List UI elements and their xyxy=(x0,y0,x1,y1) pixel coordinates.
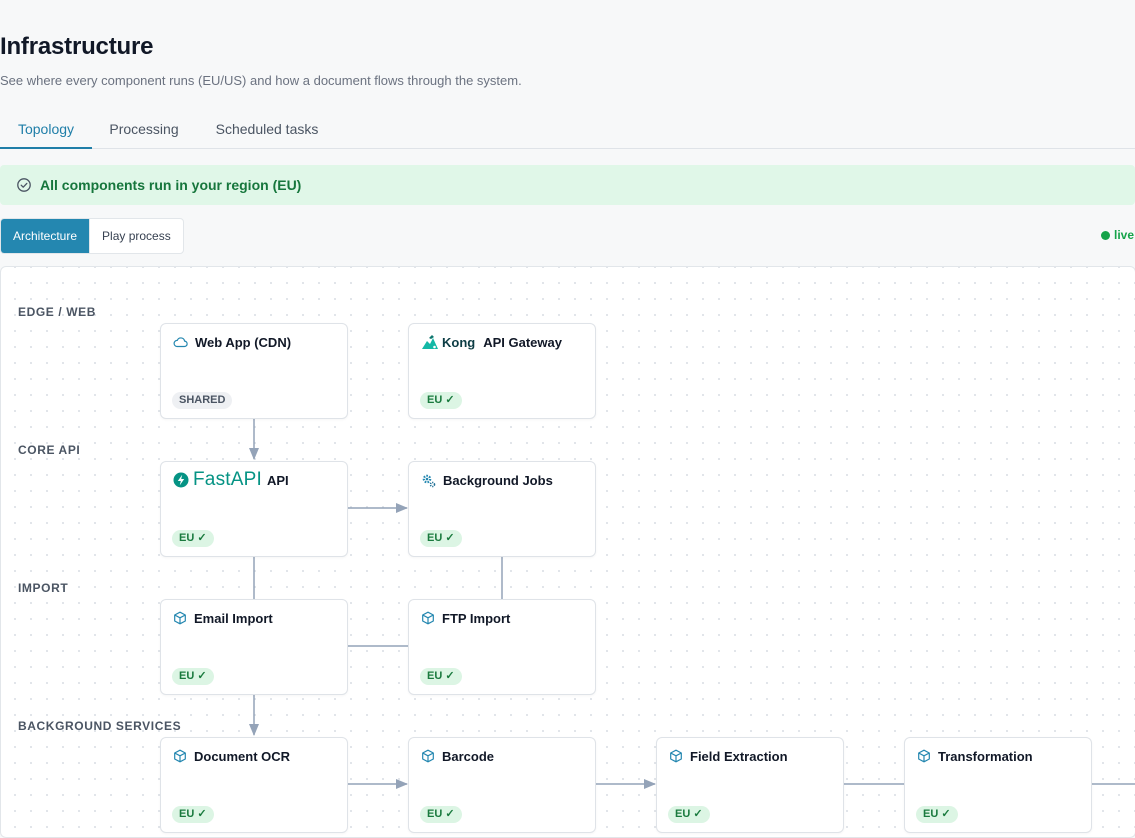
node-title: Email Import xyxy=(194,610,273,626)
node-header: FastAPI API xyxy=(173,469,289,490)
fastapi-logo-text: FastAPI xyxy=(193,469,262,490)
node-api-gateway[interactable]: Kong API Gateway EU ✓ xyxy=(408,323,596,419)
lane-label-import: IMPORT xyxy=(18,581,69,595)
node-web-app[interactable]: Web App (CDN) SHARED xyxy=(160,323,348,419)
fastapi-logo-icon xyxy=(173,472,189,488)
cube-icon xyxy=(421,611,435,625)
node-title: Transformation xyxy=(938,748,1033,764)
lane-label-core: CORE API xyxy=(18,443,81,457)
node-title: Field Extraction xyxy=(690,748,788,764)
region-badge: SHARED xyxy=(172,392,233,409)
node-header: FTP Import xyxy=(421,610,510,626)
page-subtitle: See where every component runs (EU/US) a… xyxy=(0,73,522,88)
gear-icon xyxy=(421,473,436,488)
lane-label-background: BACKGROUND SERVICES xyxy=(18,719,182,733)
tab-processing[interactable]: Processing xyxy=(100,110,188,147)
node-header: Email Import xyxy=(173,610,273,626)
node-header: Field Extraction xyxy=(669,748,788,764)
region-badge: EU ✓ xyxy=(420,806,462,823)
node-title: API Gateway xyxy=(483,334,562,350)
banner-text: All components run in your region (EU) xyxy=(40,177,302,193)
node-background-jobs[interactable]: Background Jobs EU ✓ xyxy=(408,461,596,557)
cube-icon xyxy=(421,749,435,763)
kong-logo-icon xyxy=(421,334,439,350)
node-transformation[interactable]: Transformation EU ✓ xyxy=(904,737,1092,833)
region-badge: EU ✓ xyxy=(916,806,958,823)
cloud-icon xyxy=(173,336,188,348)
tab-scheduled-tasks[interactable]: Scheduled tasks xyxy=(204,110,330,147)
node-ftp-import[interactable]: FTP Import EU ✓ xyxy=(408,599,596,695)
node-title: Background Jobs xyxy=(443,472,553,488)
tab-bar: Topology Processing Scheduled tasks xyxy=(0,110,1135,149)
node-api[interactable]: FastAPI API EU ✓ xyxy=(160,461,348,557)
cube-icon xyxy=(173,611,187,625)
node-document-ocr[interactable]: Document OCR EU ✓ xyxy=(160,737,348,833)
node-email-import[interactable]: Email Import EU ✓ xyxy=(160,599,348,695)
view-toggle: Architecture Play process xyxy=(0,218,184,254)
node-title: Barcode xyxy=(442,748,495,764)
node-title: FTP Import xyxy=(442,610,511,626)
cube-icon xyxy=(173,749,187,763)
live-label: live xyxy=(1114,228,1135,242)
play-process-button[interactable]: Play process xyxy=(89,219,183,253)
architecture-button[interactable]: Architecture xyxy=(1,219,90,253)
live-status: live xyxy=(1101,228,1134,242)
region-badge: EU ✓ xyxy=(172,668,214,685)
cube-icon xyxy=(917,749,931,763)
node-header: Kong API Gateway xyxy=(421,334,562,350)
architecture-canvas[interactable]: EDGE / WEB CORE API IMPORT BACKGROUND SE… xyxy=(0,266,1135,838)
region-badge: EU ✓ xyxy=(172,530,214,547)
node-header: Transformation xyxy=(917,748,1033,764)
node-title: API xyxy=(266,472,289,488)
region-badge: EU ✓ xyxy=(420,668,462,685)
region-badge: EU ✓ xyxy=(668,806,710,823)
node-header: Background Jobs xyxy=(421,472,553,488)
region-badge: EU ✓ xyxy=(420,530,462,547)
region-banner: All components run in your region (EU) xyxy=(0,165,1135,205)
cube-icon xyxy=(669,749,683,763)
live-dot-icon xyxy=(1101,231,1110,240)
check-circle-icon xyxy=(16,177,32,193)
node-header: Barcode xyxy=(421,748,494,764)
page-title: Infrastructure xyxy=(0,33,154,60)
node-title: Document OCR xyxy=(194,748,291,764)
tab-topology[interactable]: Topology xyxy=(0,110,92,149)
region-badge: EU ✓ xyxy=(420,392,462,409)
node-header: Web App (CDN) xyxy=(173,334,291,350)
node-barcode[interactable]: Barcode EU ✓ xyxy=(408,737,596,833)
kong-logo-text: Kong xyxy=(442,334,476,350)
region-badge: EU ✓ xyxy=(172,806,214,823)
node-field-extraction[interactable]: Field Extraction EU ✓ xyxy=(656,737,844,833)
lane-label-edge: EDGE / WEB xyxy=(18,305,97,319)
node-header: Document OCR xyxy=(173,748,290,764)
node-title: Web App (CDN) xyxy=(195,334,292,350)
